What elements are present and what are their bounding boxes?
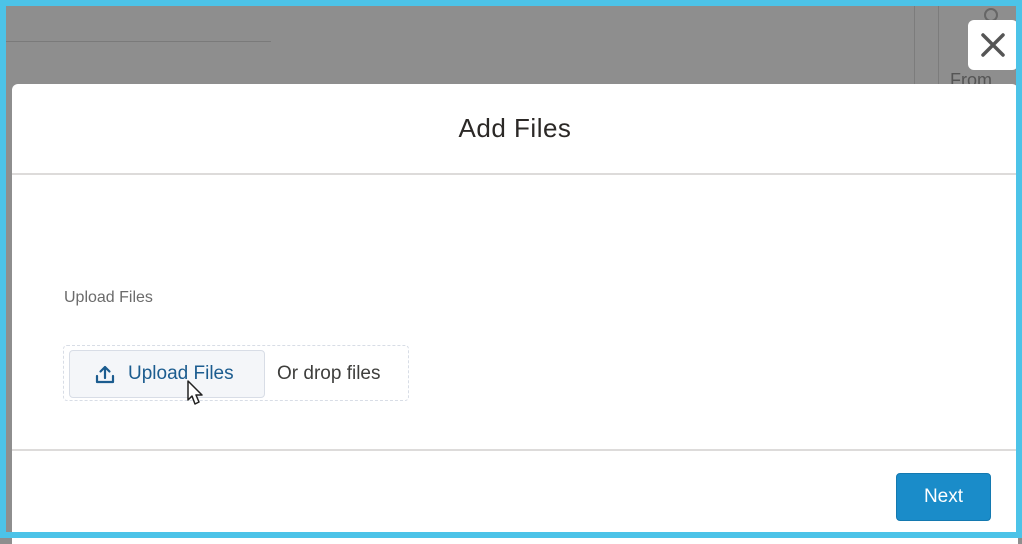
background-divider: [6, 41, 271, 42]
mouse-pointer-icon: [187, 380, 203, 405]
drop-files-text: Or drop files: [277, 363, 381, 384]
next-button[interactable]: Next: [896, 473, 991, 521]
file-dropzone[interactable]: Upload Files Or drop files: [63, 345, 409, 401]
background-column-line: [914, 6, 915, 86]
upload-icon: [95, 365, 115, 384]
upload-files-button-label: Upload Files: [128, 363, 234, 384]
background-column-line: [938, 6, 939, 86]
modal-title: Add Files: [458, 113, 572, 143]
modal-header: Add Files: [12, 84, 1018, 175]
add-files-modal: Add Files Upload Files Upload Files Or d…: [12, 84, 1018, 544]
modal-footer: Next: [12, 449, 1018, 544]
modal-body: Upload Files Upload Files Or drop files: [12, 175, 1018, 449]
close-button[interactable]: [968, 20, 1018, 70]
close-icon: [981, 33, 1005, 57]
upload-files-button[interactable]: Upload Files: [69, 350, 265, 398]
upload-files-field-label: Upload Files: [64, 289, 153, 306]
